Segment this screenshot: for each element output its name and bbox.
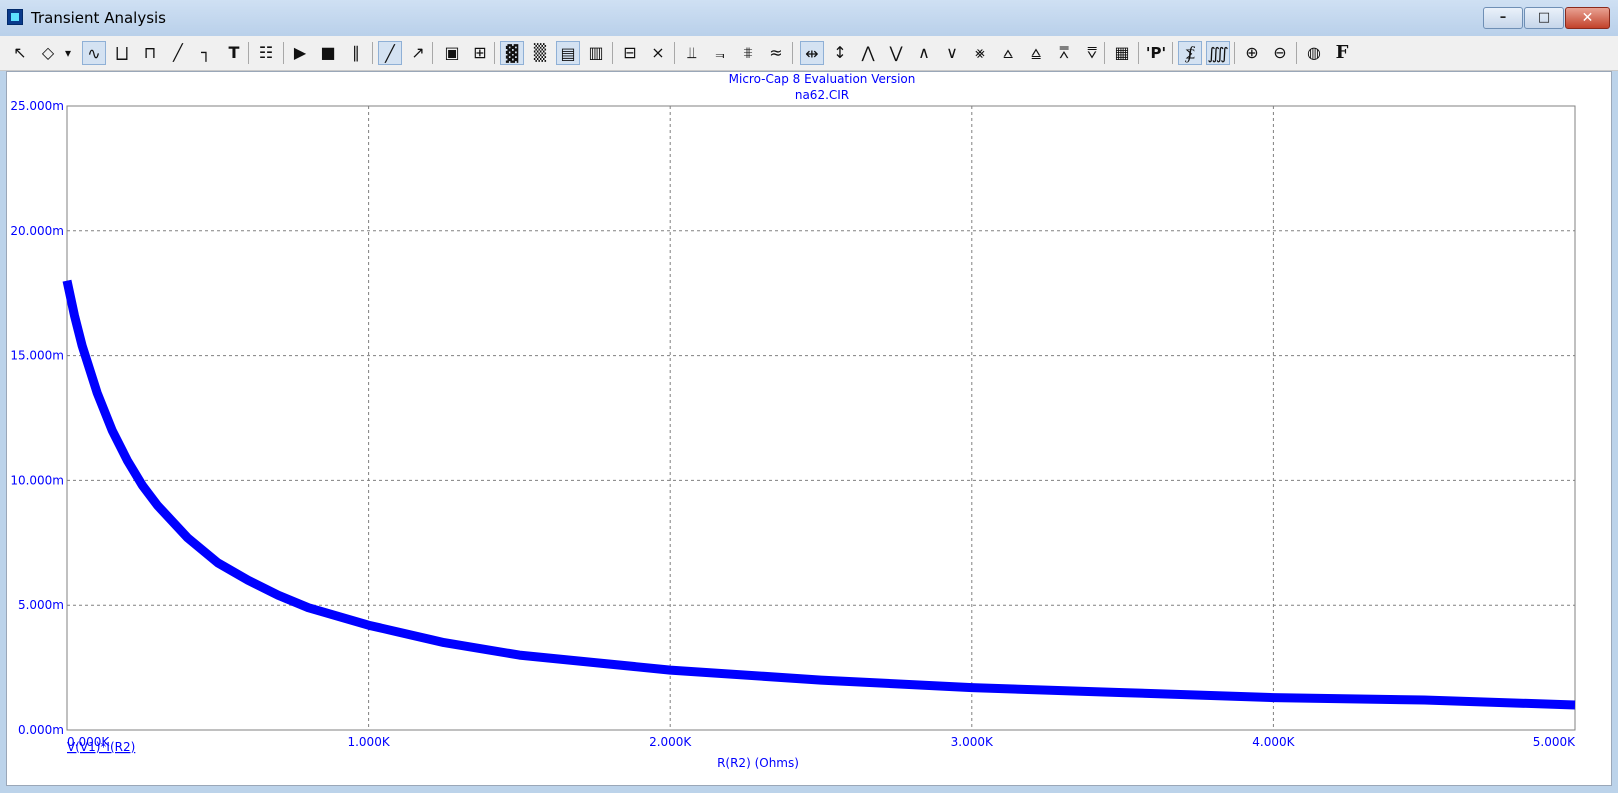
toolbar-separator (283, 42, 284, 64)
horizontal-cursor-icon[interactable]: ⇹ (800, 41, 824, 65)
low-icon[interactable]: ∨ (940, 41, 964, 65)
cursor-left-icon[interactable]: ⫫ (680, 41, 704, 65)
point-tag-icon[interactable]: 'P' (1144, 41, 1168, 65)
top-icon[interactable]: ⩞ (1052, 41, 1076, 65)
x-tick-label: 3.000K (951, 735, 994, 749)
x-tick-label: 5.000K (1533, 735, 1576, 749)
y-tick-labels: 0.000m 5.000m 10.000m 15.000m 20.000m 25.000m (10, 99, 64, 737)
toolbar-separator (372, 42, 373, 64)
horizontal-grid-icon[interactable]: ▤ (556, 41, 580, 65)
numeric-table-icon[interactable]: ▦ (1110, 41, 1134, 65)
zoom-in-icon[interactable]: ⊕ (1240, 41, 1264, 65)
axis-icon[interactable]: ⊟ (618, 41, 642, 65)
minimize-button[interactable]: – (1483, 7, 1523, 29)
properties-icon[interactable]: ☷ (254, 41, 278, 65)
pause-icon[interactable]: ∥ (344, 41, 368, 65)
y-tick-label: 15.000m (10, 349, 64, 363)
chart-svg: Micro-Cap 8 Evaluation Version na62.CIR … (10, 72, 1576, 770)
run-icon[interactable]: ▶ (288, 41, 312, 65)
toolbar-separator (612, 42, 613, 64)
toolbar-separator (1172, 42, 1173, 64)
app-icon (7, 9, 23, 25)
window-title: Transient Analysis (31, 9, 166, 27)
series-line (62, 279, 1576, 710)
x-tick-label: 2.000K (649, 735, 692, 749)
stop-icon[interactable]: ■ (316, 41, 340, 65)
separate-digital-icon[interactable]: ⨆ (110, 41, 134, 65)
toolbar: ↖ ◇ ▾ ∿ ⨆ ⊓ ╱ ┐ T ☷ ▶ ■ ∥ ╱ ↗ ▣ ⊞ ▓ ▒ ▤ ▥ ⊟ ⨯ ⫫ ⫬ ⩨ ≈ ⇹ ↕ ⋀ ⋁ ∧ ∨ ⨳ ⩟ ⩠ ⩞ ⩢ ▦ '… (0, 36, 1618, 71)
linear-scale-icon[interactable]: ↗ (406, 41, 430, 65)
chart-subtitle: na62.CIR (795, 88, 849, 102)
y-tick-label: 20.000m (10, 224, 64, 238)
close-button[interactable]: ✕ (1565, 7, 1610, 29)
vertical-cursor-icon[interactable]: ↕ (828, 41, 852, 65)
peak-icon[interactable]: ⋀ (856, 41, 880, 65)
cursor-both-icon[interactable]: ⩨ (736, 41, 760, 65)
toolbar-separator (674, 42, 675, 64)
toolbar-separator (248, 42, 249, 64)
toolbar-separator (1104, 42, 1105, 64)
y-tick-label: 0.000m (18, 723, 64, 737)
zoom-out-icon[interactable]: ⊖ (1268, 41, 1292, 65)
draw-line-icon[interactable]: ╱ (166, 41, 190, 65)
x-tick-label: 1.000K (347, 735, 390, 749)
window-titlebar: Transient Analysis – □ ✕ (0, 0, 1618, 36)
dropdown-arrow-icon[interactable]: ▾ (62, 41, 74, 65)
close-icon: ✕ (1581, 10, 1594, 26)
inflection-icon[interactable]: ⨳ (968, 41, 992, 65)
toolbar-separator (494, 42, 495, 64)
high-icon[interactable]: ∧ (912, 41, 936, 65)
maximize-icon: □ (1537, 10, 1551, 25)
minimize-icon: – (1499, 10, 1507, 25)
global-low-icon[interactable]: ⩠ (1024, 41, 1048, 65)
cursor-right-icon[interactable]: ⫬ (708, 41, 732, 65)
x-tick-labels: 0.000K 1.000K 2.000K 3.000K 4.000K 5.000K (67, 735, 1576, 749)
text-icon[interactable]: T (222, 41, 246, 65)
draw-box-icon[interactable]: ⊓ (138, 41, 162, 65)
x-axis-label: R(R2) (Ohms) (717, 756, 799, 770)
thin-grid-icon[interactable]: ▓ (500, 41, 524, 65)
font-icon[interactable]: F (1330, 41, 1354, 65)
y-tick-label: 25.000m (10, 99, 64, 113)
grid-lines (67, 106, 1575, 730)
global-high-icon[interactable]: ⩟ (996, 41, 1020, 65)
line-icon[interactable]: ╱ (378, 41, 402, 65)
grid-icon[interactable]: ⊞ (468, 41, 492, 65)
bottom-icon[interactable]: ⩢ (1080, 41, 1104, 65)
maximize-button[interactable]: □ (1524, 7, 1564, 29)
toolbar-separator (1296, 42, 1297, 64)
thick-grid-icon[interactable]: ▒ (528, 41, 552, 65)
x-axis-scale-icon[interactable]: ⨋ (1178, 41, 1202, 65)
x-tick-label: 4.000K (1252, 735, 1295, 749)
toolbar-separator (792, 42, 793, 64)
valley-icon[interactable]: ⋁ (884, 41, 908, 65)
toolbar-separator (1138, 42, 1139, 64)
plot-border (66, 105, 1576, 731)
separate-analog-icon[interactable]: ∿ (82, 41, 106, 65)
chart-title: Micro-Cap 8 Evaluation Version (729, 72, 916, 86)
color-icon[interactable]: ◍ (1302, 41, 1326, 65)
vertical-grid-icon[interactable]: ▥ (584, 41, 608, 65)
toolbar-separator (1234, 42, 1235, 64)
cursor-off-icon[interactable]: ≈ (764, 41, 788, 65)
y-axis-scale-icon[interactable]: ⨌ (1206, 41, 1230, 65)
component-select-icon[interactable]: ◇ (36, 41, 60, 65)
series-legend-label[interactable]: V(V1)*I(R2) (67, 740, 135, 754)
toolbar-separator (432, 42, 433, 64)
draw-polyline-icon[interactable]: ┐ (194, 41, 218, 65)
tracker-icon[interactable]: ⨯ (646, 41, 670, 65)
select-arrow-icon[interactable]: ↖ (8, 41, 32, 65)
y-tick-label: 10.000m (10, 473, 64, 487)
plot-area: Micro-Cap 8 Evaluation Version na62.CIR … (6, 71, 1612, 786)
y-tick-label: 5.000m (18, 598, 64, 612)
scale-box-icon[interactable]: ▣ (440, 41, 464, 65)
